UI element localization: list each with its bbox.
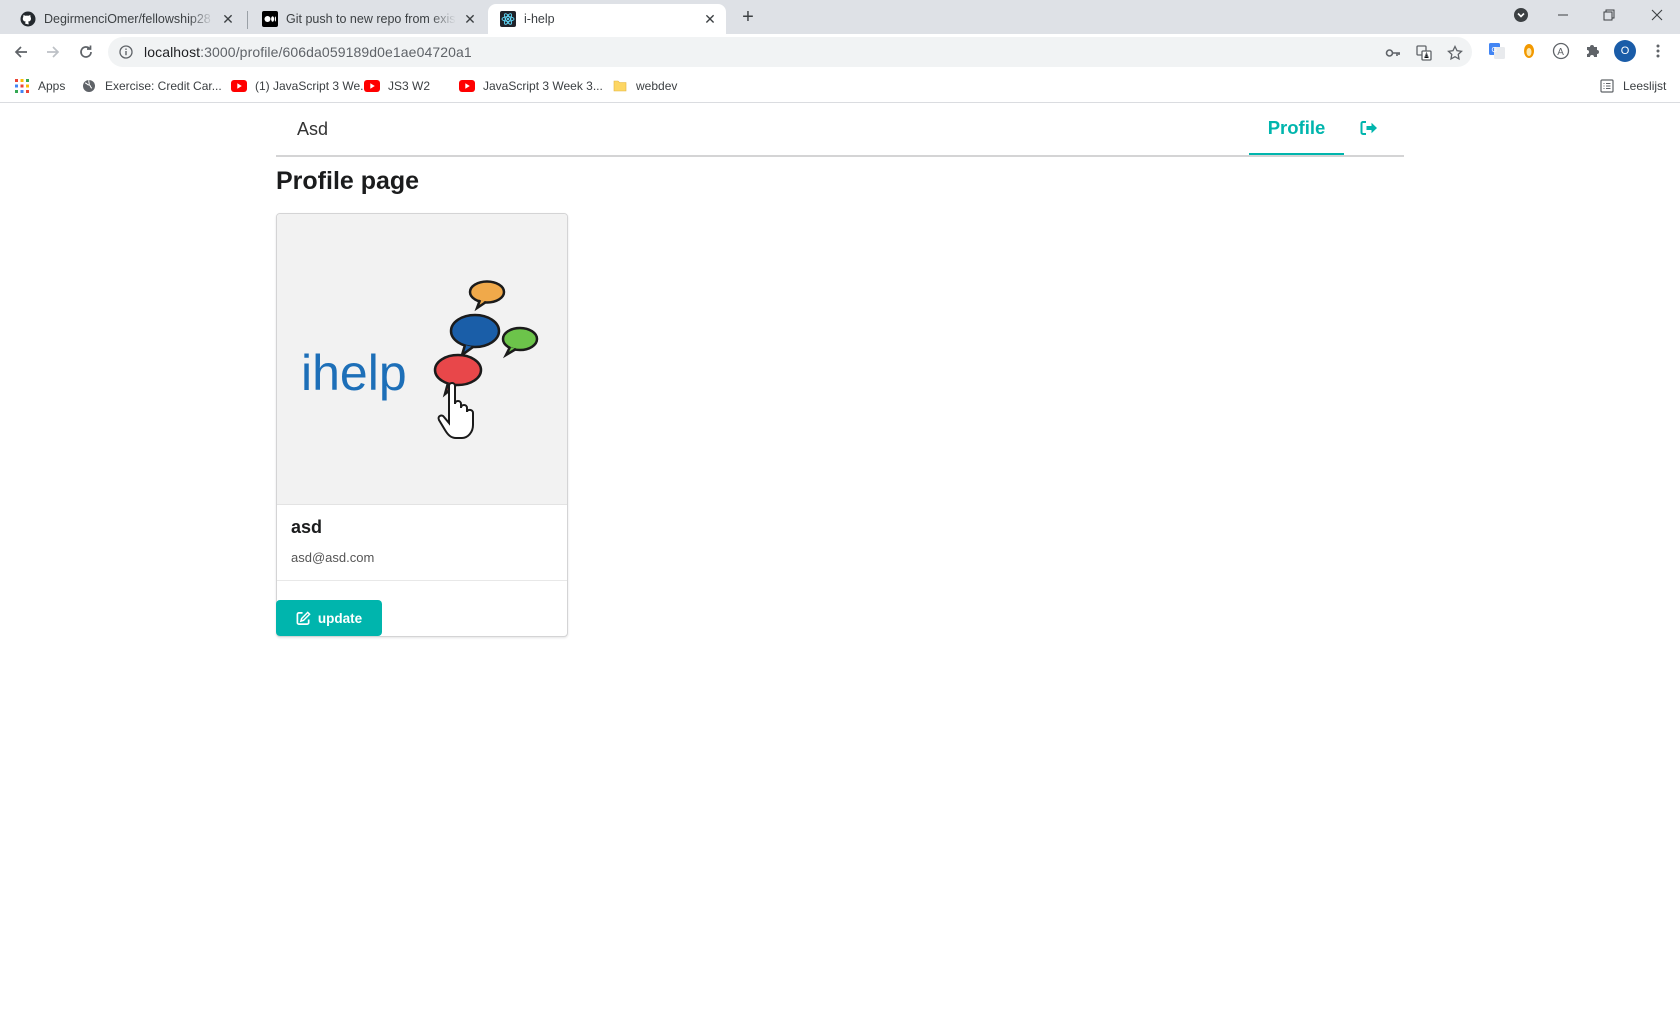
tab-separator <box>247 11 248 29</box>
bookmarks-bar: Apps Exercise: Credit Car... (1) JavaScr… <box>0 70 1680 103</box>
kebab-menu-icon[interactable] <box>1648 41 1668 61</box>
tab-title: Git push to new repo from existin <box>286 12 456 26</box>
card-name: asd <box>291 517 323 537</box>
close-icon[interactable]: ✕ <box>220 11 236 27</box>
bookmark-label: Apps <box>38 79 66 93</box>
reading-list-label: Leeslijst <box>1623 79 1667 93</box>
extensions-puzzle-icon[interactable] <box>1583 41 1603 61</box>
react-icon <box>500 11 516 27</box>
extension-a-icon[interactable]: A <box>1551 41 1571 61</box>
svg-text:G: G <box>1492 47 1497 54</box>
bookmark-label: (1) JavaScript 3 We... <box>255 79 371 93</box>
reading-list[interactable]: Leeslijst <box>1599 77 1666 95</box>
bookmark-js3-w2[interactable]: JS3 W2 <box>364 77 430 95</box>
edit-icon <box>296 610 311 625</box>
browser-tab-ihelp[interactable]: i-help ✕ <box>488 4 726 34</box>
bookmark-js3-week[interactable]: (1) JavaScript 3 We... <box>231 77 370 95</box>
extension-bulb-icon[interactable] <box>1519 41 1539 61</box>
youtube-icon <box>459 78 475 94</box>
reading-list-icon <box>1599 78 1615 94</box>
tab-title: i-help <box>524 12 555 26</box>
globe-icon <box>81 78 97 94</box>
medium-icon <box>262 11 278 27</box>
bookmark-label: JS3 W2 <box>388 79 431 93</box>
address-bar[interactable]: localhost:3000/profile/606da059189d0e1ae… <box>108 37 1472 67</box>
key-icon[interactable] <box>1384 44 1402 62</box>
close-icon[interactable]: ✕ <box>462 11 478 27</box>
tab-search-icon[interactable] <box>1498 0 1544 30</box>
close-icon[interactable]: ✕ <box>702 11 718 27</box>
card-email: asd@asd.com <box>291 550 375 565</box>
new-tab-button[interactable]: + <box>737 6 759 28</box>
menu-brand[interactable]: Asd <box>297 119 328 140</box>
github-icon <box>20 11 36 27</box>
browser-tab-github[interactable]: DegirmenciOmer/fellowship28 at ✕ <box>8 4 244 34</box>
update-button[interactable]: update <box>276 600 382 636</box>
bookmark-label: JavaScript 3 Week 3... <box>483 79 603 93</box>
bookmark-apps[interactable]: Apps <box>14 77 65 95</box>
minimize-icon[interactable] <box>1540 0 1586 30</box>
bookmark-label: Exercise: Credit Car... <box>105 79 222 93</box>
back-icon[interactable] <box>8 39 34 65</box>
bookmark-star-icon[interactable] <box>1446 44 1464 62</box>
page-content: Asd Profile Profile page ihelp asd asd@a… <box>0 103 1680 1010</box>
browser-tab-medium[interactable]: Git push to new repo from existin ✕ <box>250 4 486 34</box>
url-text: localhost:3000/profile/606da059189d0e1ae… <box>144 44 472 60</box>
update-label: update <box>317 610 363 626</box>
info-icon[interactable] <box>118 44 134 60</box>
bookmark-exercise[interactable]: Exercise: Credit Car... <box>81 77 222 95</box>
top-menu: Asd Profile <box>276 103 1404 157</box>
youtube-icon <box>231 78 247 94</box>
profile-card: ihelp asd asd@asd.com update <box>276 213 568 637</box>
google-translate-ext-icon[interactable]: G <box>1487 41 1507 61</box>
browser-tabstrip: DegirmenciOmer/fellowship28 at ✕ Git pus… <box>0 0 1680 34</box>
profile-avatar[interactable]: O <box>1614 40 1636 62</box>
apps-grid-icon <box>14 78 30 94</box>
browser-toolbar: localhost:3000/profile/606da059189d0e1ae… <box>0 34 1680 70</box>
tab-title: DegirmenciOmer/fellowship28 at <box>44 12 214 26</box>
url-host: localhost <box>144 44 201 60</box>
sign-out-icon[interactable] <box>1357 117 1381 139</box>
translate-icon[interactable] <box>1415 44 1433 62</box>
ihelp-logo: ihelp <box>301 280 539 439</box>
restore-icon[interactable] <box>1586 0 1632 30</box>
menu-item-profile[interactable]: Profile <box>1249 103 1344 155</box>
bookmark-folder-webdev[interactable]: webdev <box>612 77 677 95</box>
youtube-icon <box>364 78 380 94</box>
window-close-icon[interactable] <box>1634 0 1680 30</box>
forward-icon[interactable] <box>40 39 66 65</box>
svg-text:A: A <box>1557 47 1564 58</box>
reload-icon[interactable] <box>73 39 99 65</box>
url-path: :3000/profile/606da059189d0e1ae04720a1 <box>200 44 472 60</box>
folder-icon <box>612 78 628 94</box>
profile-image: ihelp <box>277 214 567 505</box>
page-title: Profile page <box>276 167 420 195</box>
bookmark-js3-week3[interactable]: JavaScript 3 Week 3... <box>459 77 603 95</box>
card-divider <box>277 580 567 581</box>
bookmark-label: webdev <box>636 79 678 93</box>
logo-text: ihelp <box>301 345 407 401</box>
